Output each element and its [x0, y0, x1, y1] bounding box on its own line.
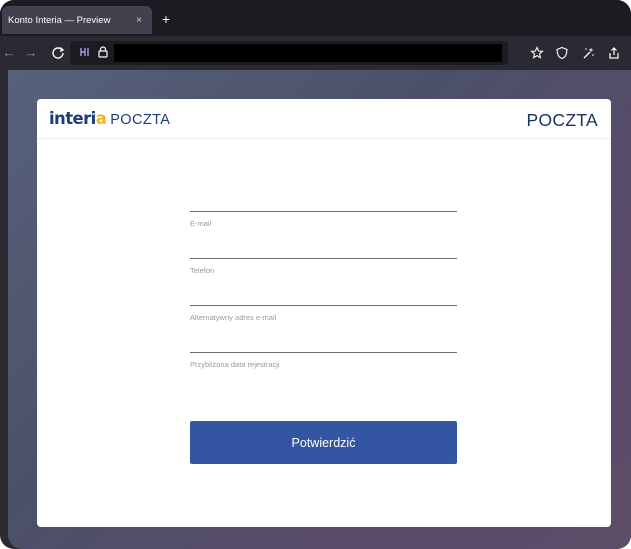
confirm-button[interactable]: Potwierdzić — [190, 421, 457, 464]
registration-date-field[interactable]: Przybliżona data rejestracji — [190, 328, 457, 392]
header-title: POCZTA — [526, 110, 598, 130]
browser-window: Konto Interia — Preview × + ← → interia … — [0, 0, 631, 549]
url-text[interactable] — [114, 44, 502, 62]
field-underline — [190, 258, 457, 259]
alt-email-label: Alternatywny adres e-mail — [190, 313, 277, 322]
registration-date-label: Przybliżona data rejestracji — [190, 360, 280, 369]
magic-wand-icon[interactable] — [579, 44, 597, 62]
bookmark-star-icon[interactable] — [528, 44, 546, 62]
phone-input[interactable] — [190, 234, 457, 256]
permissions-icon[interactable] — [78, 45, 92, 59]
field-underline — [190, 352, 457, 353]
navigation-bar: ← → — [0, 36, 631, 70]
lock-icon[interactable] — [96, 45, 110, 59]
registration-date-input[interactable] — [190, 328, 457, 350]
shield-icon[interactable] — [553, 44, 571, 62]
back-arrow-icon[interactable]: ← — [0, 44, 18, 62]
new-tab-button[interactable]: + — [158, 12, 174, 26]
forward-arrow-icon[interactable]: → — [22, 44, 40, 62]
share-icon[interactable] — [605, 44, 623, 62]
interia-poczta-logo[interactable]: interia POCZTA — [49, 109, 170, 129]
tab-konto-interia[interactable]: Konto Interia — Preview × — [2, 6, 152, 34]
logo-product: POCZTA — [110, 112, 171, 128]
field-underline — [190, 305, 457, 306]
phone-label: Telefon — [190, 266, 215, 275]
tab-strip: Konto Interia — Preview × + — [0, 0, 631, 36]
close-icon[interactable]: × — [132, 15, 146, 26]
address-bar[interactable] — [70, 41, 508, 65]
form-card: interia POCZTA POCZTA E-mail Telefon Alt… — [37, 99, 611, 527]
email-input[interactable] — [190, 187, 457, 209]
page-viewport: interia POCZTA POCZTA E-mail Telefon Alt… — [8, 70, 631, 549]
tab-title: Konto Interia — Preview — [8, 14, 111, 26]
field-underline — [190, 211, 457, 212]
alt-email-input[interactable] — [190, 281, 457, 303]
reload-icon[interactable] — [49, 44, 67, 62]
email-label: E-mail — [190, 219, 212, 228]
card-header: interia POCZTA POCZTA — [37, 99, 611, 139]
logo-brand: interia — [49, 109, 107, 128]
